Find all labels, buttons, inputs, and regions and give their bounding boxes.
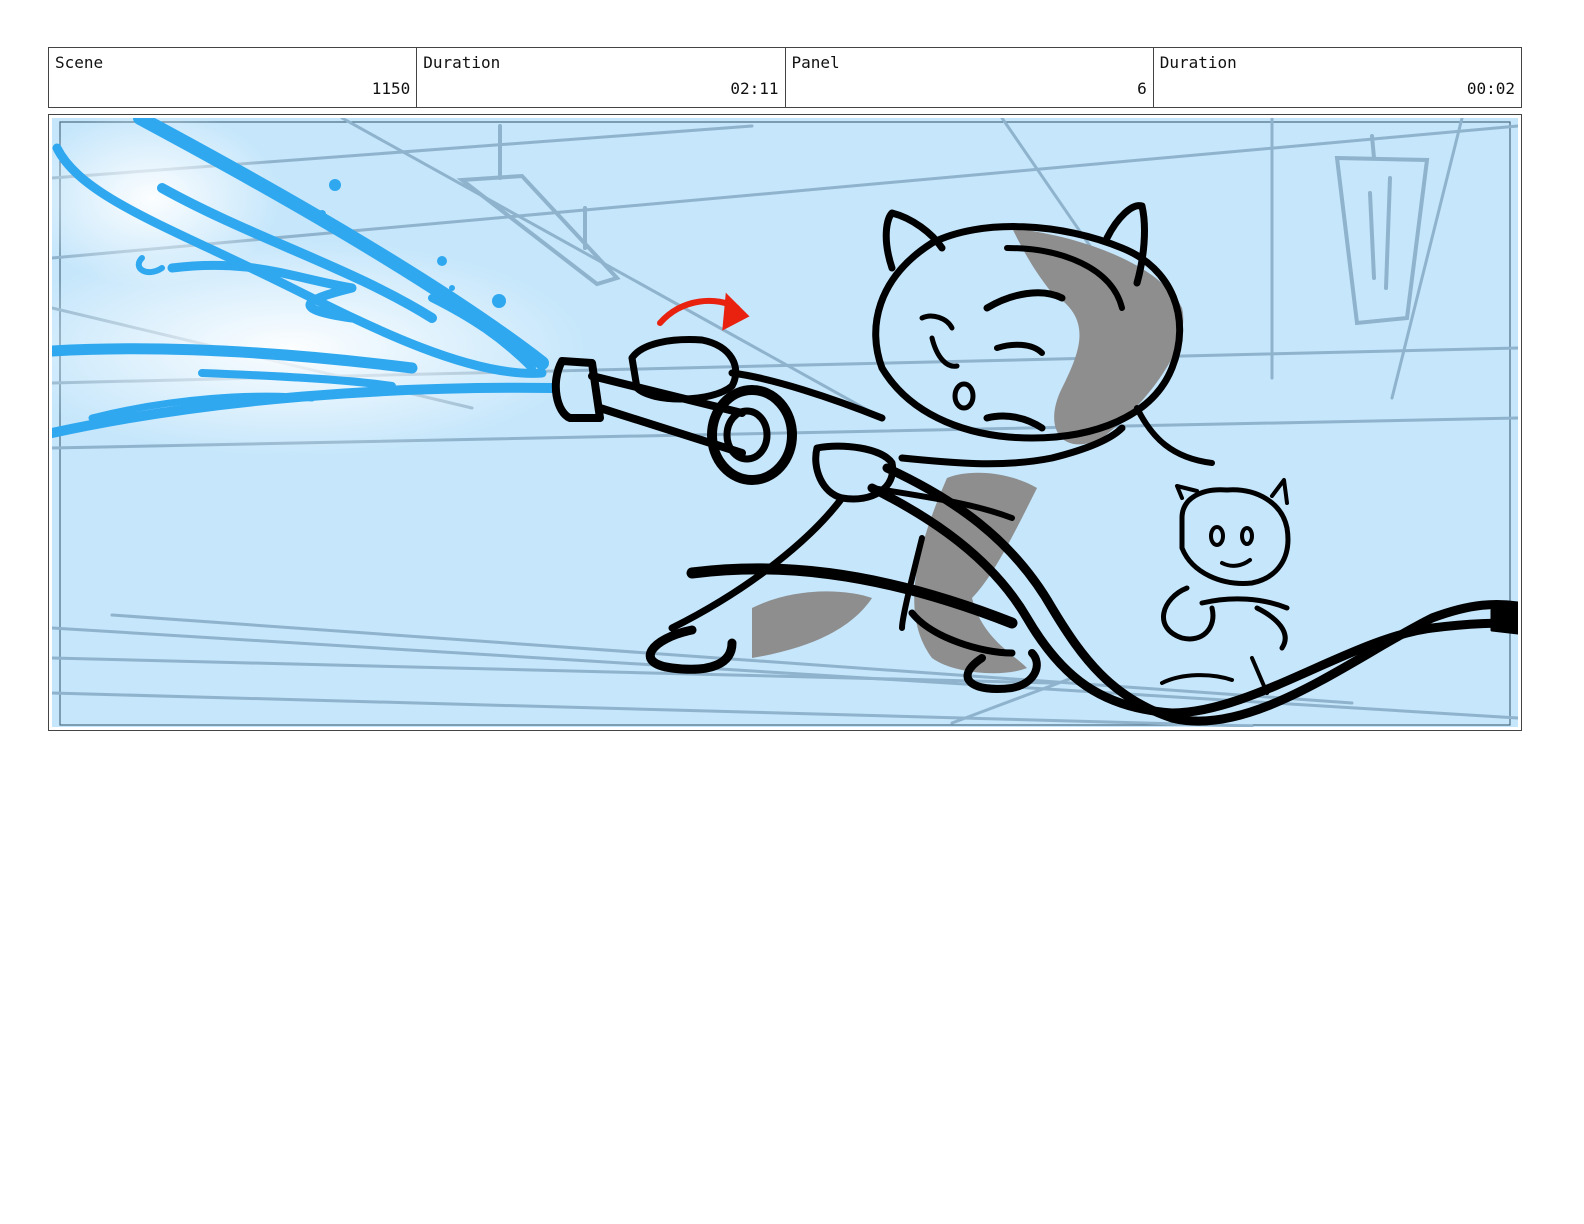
panel-cell: Panel 6 [786,48,1154,107]
scene-duration-value: 02:11 [730,79,779,98]
panel-info-header: Scene 1150 Duration 02:11 Panel 6 Durati… [48,47,1522,108]
scene-number: 1150 [371,79,411,98]
panel-duration-label: Duration [1159,53,1237,72]
scene-cell: Scene 1150 [49,48,418,107]
panel-duration-cell: Duration 00:02 [1154,48,1521,107]
scene-label: Scene [55,53,104,72]
scene-duration-label: Duration [423,53,501,72]
storyboard-drawing [52,118,1518,727]
panel-number: 6 [1137,79,1147,98]
panel-label: Panel [791,53,840,72]
scene-duration-cell: Duration 02:11 [417,48,786,107]
storyboard-panel [48,114,1522,731]
panel-duration-value: 00:02 [1466,79,1515,98]
